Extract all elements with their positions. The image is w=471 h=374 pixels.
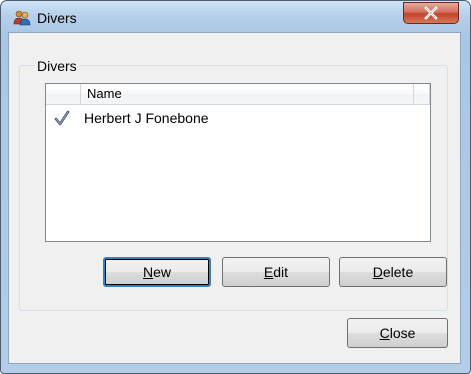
- column-header-filler: [414, 84, 430, 105]
- list-header: Name: [46, 84, 430, 106]
- window-title: Divers: [37, 10, 77, 26]
- close-button[interactable]: Close: [347, 318, 448, 348]
- new-button-label: ew: [153, 264, 172, 280]
- column-header-icon[interactable]: [46, 84, 81, 105]
- diver-name: Herbert J Fonebone: [84, 110, 209, 126]
- delete-button-label: elete: [382, 264, 414, 280]
- divers-list[interactable]: Name Herbert J Fonebone: [45, 83, 431, 242]
- close-button-mnemonic: C: [379, 325, 390, 341]
- window-close-button[interactable]: [403, 2, 459, 24]
- new-button[interactable]: New: [103, 257, 211, 287]
- column-header-name[interactable]: Name: [81, 84, 414, 105]
- close-button-label: lose: [389, 325, 416, 341]
- delete-button[interactable]: Delete: [339, 257, 447, 287]
- edit-button-label: dit: [273, 264, 289, 280]
- list-item[interactable]: Herbert J Fonebone: [46, 109, 430, 129]
- title-bar[interactable]: Divers: [1, 1, 470, 33]
- delete-button-mnemonic: D: [372, 264, 383, 280]
- users-icon: [13, 10, 31, 26]
- close-icon: [424, 6, 438, 20]
- checkmark-icon: [54, 110, 70, 126]
- new-button-mnemonic: N: [142, 264, 154, 280]
- edit-button[interactable]: Edit: [222, 257, 330, 287]
- edit-button-mnemonic: E: [263, 264, 274, 280]
- groupbox-label: Divers: [34, 58, 80, 74]
